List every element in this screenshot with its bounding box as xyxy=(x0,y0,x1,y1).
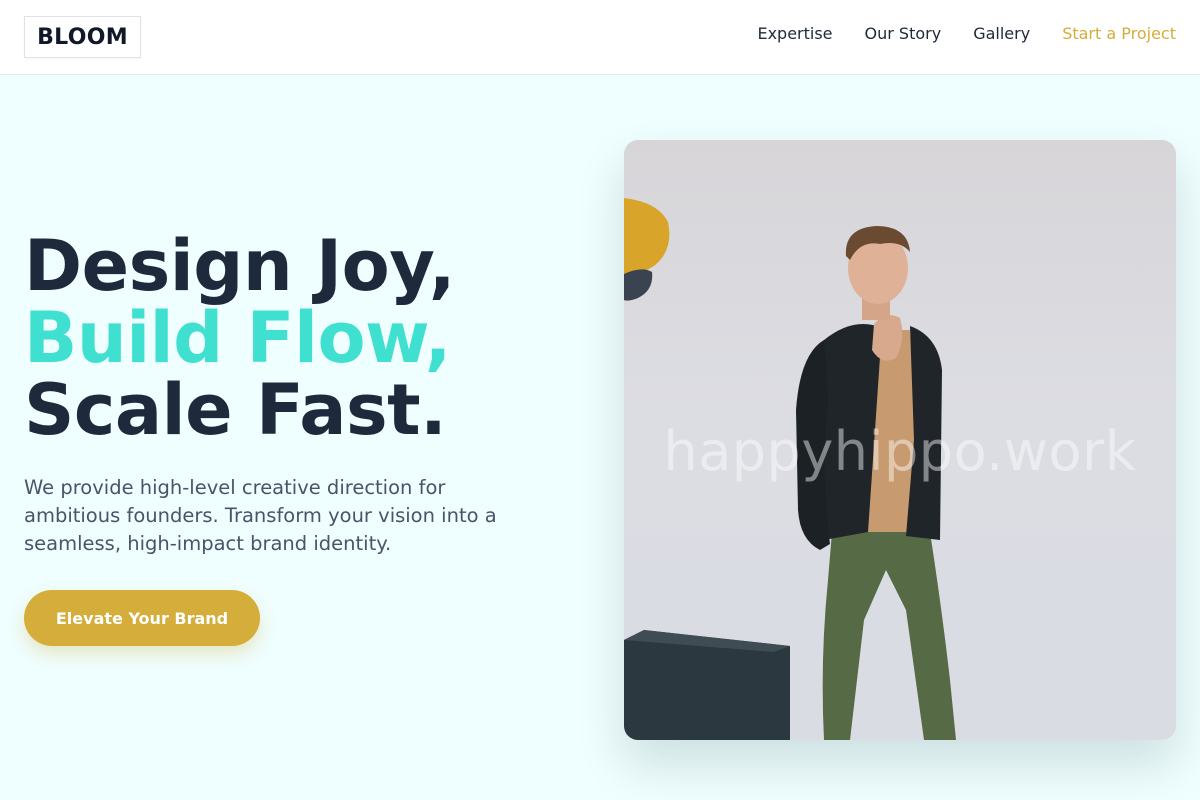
nav-link-expertise[interactable]: Expertise xyxy=(757,23,832,45)
nav-link-gallery[interactable]: Gallery xyxy=(973,23,1030,45)
elevate-brand-button[interactable]: Elevate Your Brand xyxy=(24,590,260,646)
image-watermark: happyhippo.work xyxy=(663,420,1137,483)
hero-image: happyhippo.work xyxy=(624,140,1176,740)
hero-description: We provide high-level creative direction… xyxy=(24,476,497,555)
brand-logo[interactable]: BLOOM xyxy=(24,16,141,58)
main-nav: Expertise Our Story Gallery Start a Proj… xyxy=(757,23,1176,45)
site-header: BLOOM Expertise Our Story Gallery Start … xyxy=(0,0,1200,75)
nav-link-start-project[interactable]: Start a Project xyxy=(1062,23,1176,45)
hero-headline: Design Joy, Build Flow, Scale Fast. xyxy=(24,230,455,446)
headline-line-2: Build Flow, xyxy=(24,297,451,379)
nav-link-our-story[interactable]: Our Story xyxy=(865,23,942,45)
headline-line-3: Scale Fast. xyxy=(24,369,447,451)
headline-line-1: Design Joy, xyxy=(24,225,455,307)
